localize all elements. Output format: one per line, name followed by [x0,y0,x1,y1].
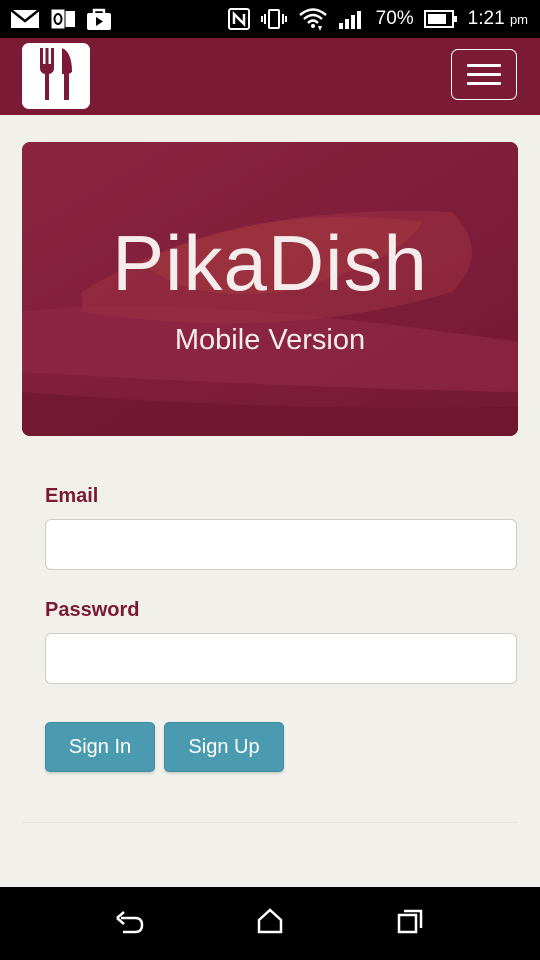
recents-button[interactable] [390,904,430,944]
home-button[interactable] [250,904,290,944]
password-field[interactable] [45,633,517,684]
hero-banner: PikaDish Mobile Version [22,142,518,436]
status-bar-right: 70% 1:21 pm [227,6,528,32]
status-time-suffix: pm [509,12,528,27]
status-bar: 70% 1:21 pm [0,0,540,38]
recents-icon [396,908,424,939]
password-label: Password [45,599,140,621]
email-field[interactable] [45,519,517,570]
hero-subtitle: Mobile Version [174,324,366,356]
nfc-icon [227,8,250,30]
bag-icon [86,7,112,31]
vibrate-icon [260,8,288,30]
sign-up-button[interactable]: Sign Up [164,722,284,772]
hamburger-menu-icon [467,73,501,76]
hamburger-menu-icon [467,64,501,67]
logo[interactable] [22,43,90,109]
mail-icon [10,9,40,29]
battery-icon [423,10,458,28]
menu-button[interactable] [451,49,517,100]
sign-in-button[interactable]: Sign In [45,722,155,772]
form-actions: Sign In Sign Up [45,722,518,772]
status-time: 1:21 pm [468,8,528,30]
divider [22,822,518,823]
outlook-icon [50,8,76,30]
navigation-bar [0,887,540,960]
back-icon [115,908,145,939]
home-icon [256,908,284,939]
signal-icon [338,8,366,30]
battery-percent: 70% [375,8,414,29]
hero-title: PikaDish [112,219,428,307]
fork-knife-icon [36,46,76,107]
email-label: Email [45,485,99,507]
app-header [0,38,540,115]
status-bar-left [10,7,112,31]
back-button[interactable] [110,904,150,944]
login-form: Email Password Sign In Sign Up [45,482,518,772]
hamburger-menu-icon [467,82,501,85]
wifi-icon [298,6,328,32]
status-time-value: 1:21 [467,8,505,29]
